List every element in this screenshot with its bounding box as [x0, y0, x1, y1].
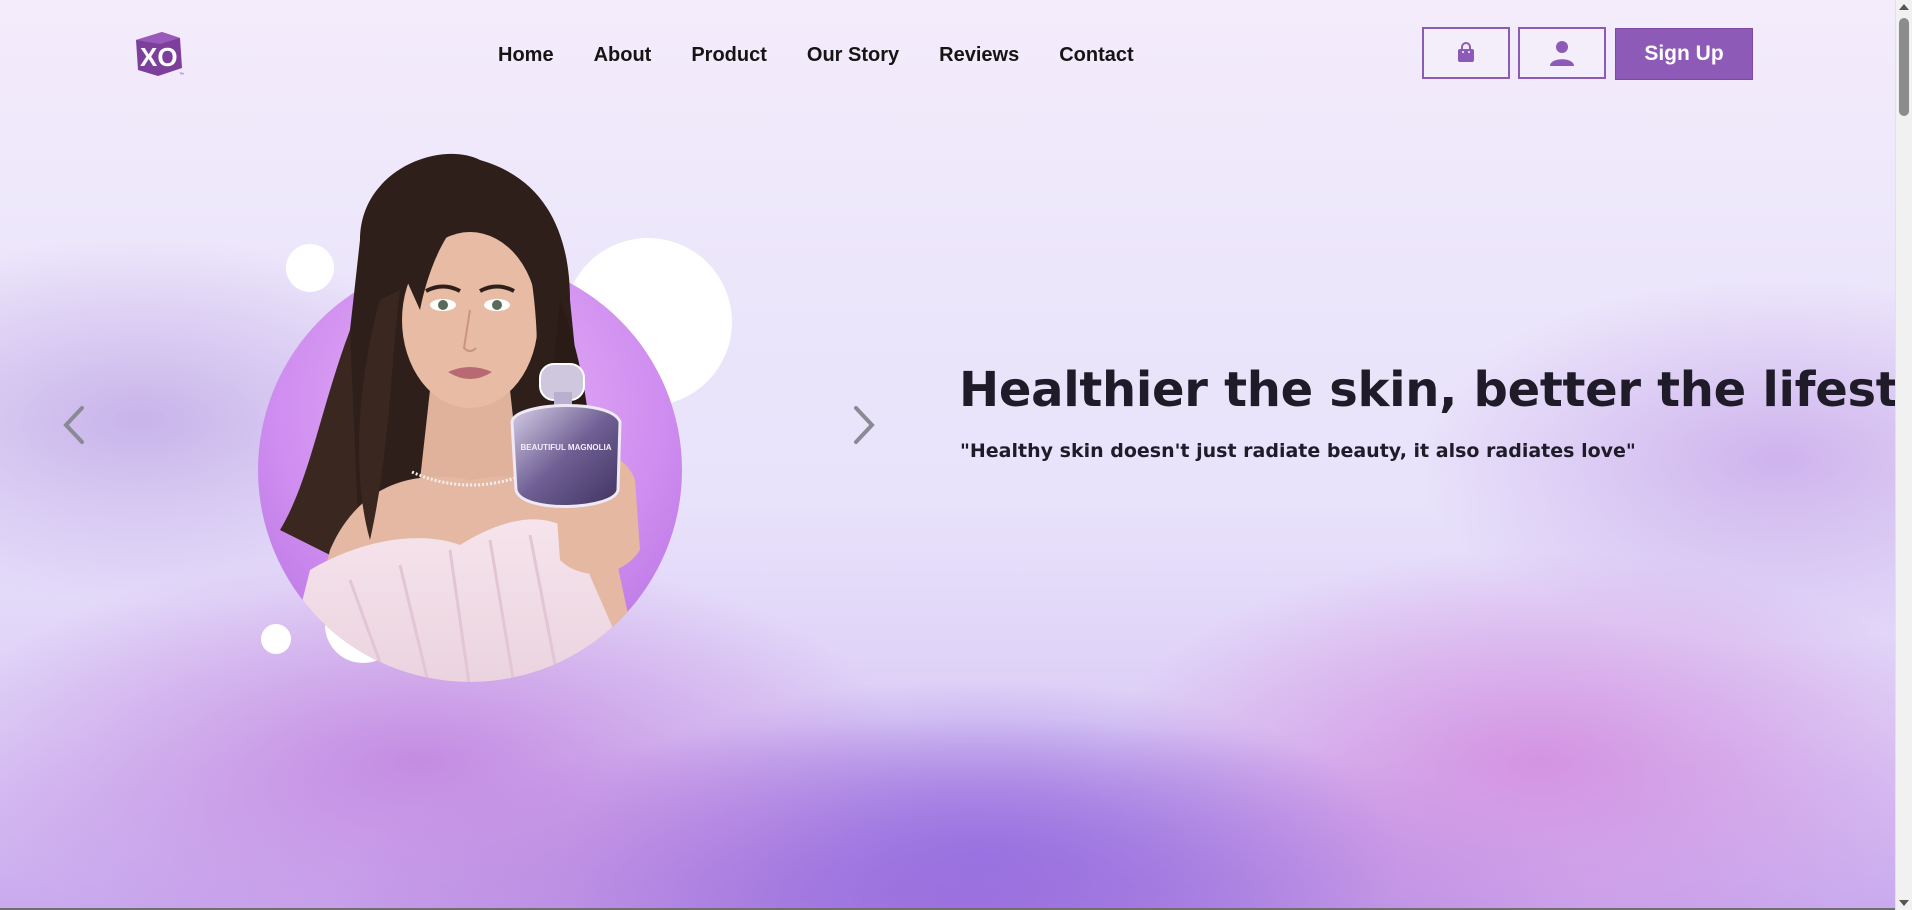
nav-home[interactable]: Home [498, 40, 554, 70]
svg-text:™: ™ [179, 72, 184, 78]
main-navigation: Home About Product Our Story Reviews Con… [498, 40, 1134, 70]
hero-quote: "Healthy skin doesn't just radiate beaut… [960, 440, 1636, 462]
nav-product[interactable]: Product [691, 40, 767, 70]
sign-up-button[interactable]: Sign Up [1615, 28, 1753, 80]
site-header: XO ™ Home About Product Our Story Review… [0, 0, 1895, 110]
xo-logo-icon: XO ™ [136, 32, 184, 78]
carousel-prev-button[interactable] [56, 400, 96, 450]
chevron-right-icon [854, 406, 875, 444]
carousel-next-button[interactable] [842, 400, 882, 450]
scroll-down-arrow-icon[interactable] [1899, 900, 1909, 906]
landing-page: XO ™ Home About Product Our Story Review… [0, 0, 1912, 910]
decor-circle-small [286, 244, 334, 292]
scrollbar-thumb[interactable] [1899, 18, 1909, 116]
chevron-left-icon [63, 406, 84, 444]
hero-title: Healthier the skin, better the lifestyle [959, 362, 1912, 418]
decor-circle-tiny [261, 624, 291, 654]
nav-about[interactable]: About [594, 40, 652, 70]
account-button[interactable] [1518, 27, 1606, 79]
nav-reviews[interactable]: Reviews [939, 40, 1019, 70]
model-with-perfume-illustration: BEAUTIFUL MAGNOLIA [258, 153, 732, 682]
svg-text:XO: XO [140, 42, 178, 72]
svg-text:BEAUTIFUL MAGNOLIA: BEAUTIFUL MAGNOLIA [521, 443, 612, 452]
cart-button[interactable] [1422, 27, 1510, 79]
user-icon [1550, 41, 1574, 66]
brand-logo[interactable]: XO ™ [132, 30, 186, 78]
nav-our-story[interactable]: Our Story [807, 40, 899, 70]
nav-contact[interactable]: Contact [1059, 40, 1133, 70]
shopping-bag-icon [1458, 42, 1474, 62]
scroll-up-arrow-icon[interactable] [1899, 4, 1909, 10]
vertical-scrollbar[interactable] [1895, 0, 1912, 910]
hero-image: BEAUTIFUL MAGNOLIA [240, 150, 760, 690]
